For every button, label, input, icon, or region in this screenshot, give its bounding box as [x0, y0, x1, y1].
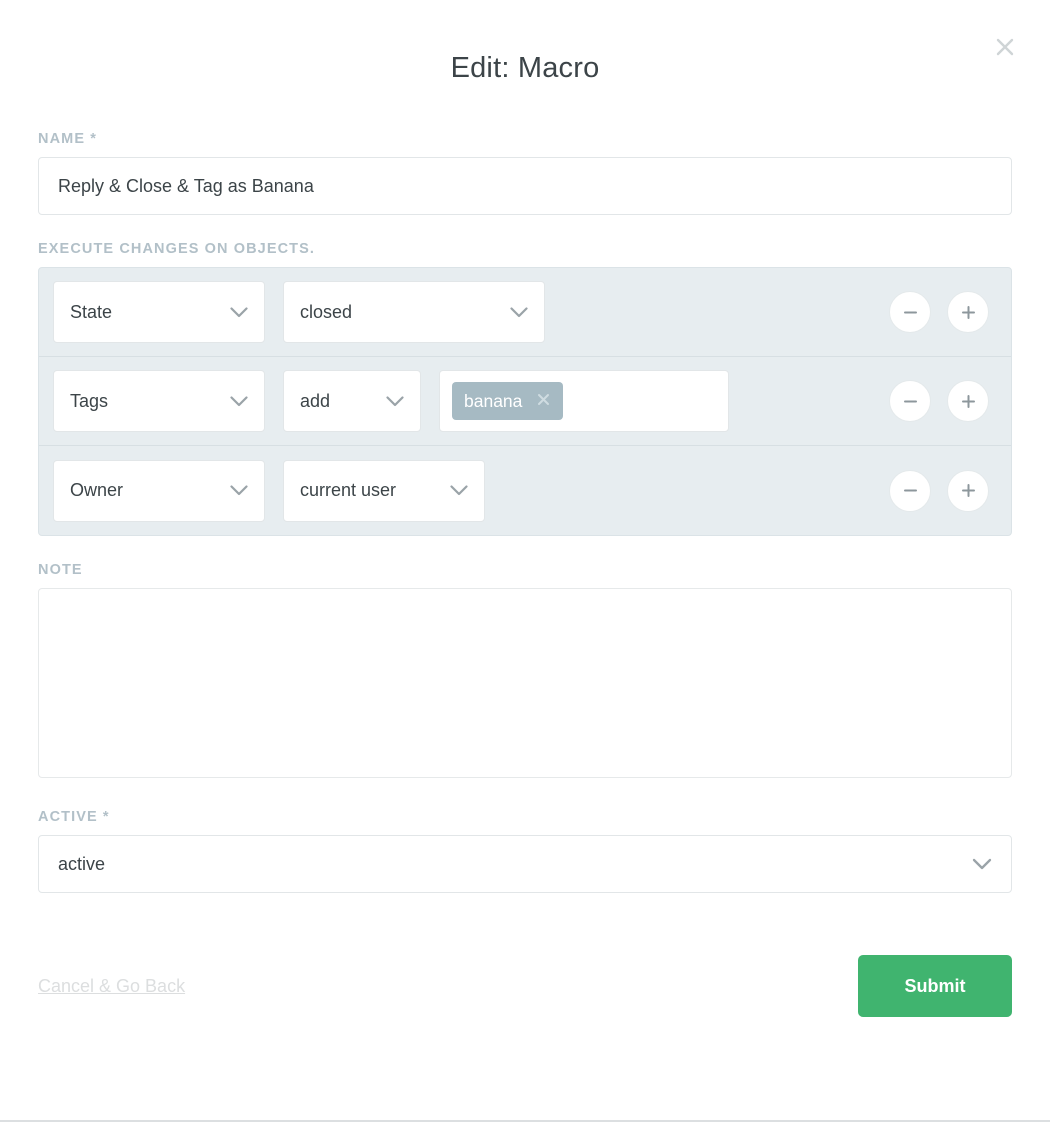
chevron-down-icon [492, 306, 528, 318]
name-label-text: NAME [38, 131, 86, 147]
tag-chip[interactable]: banana [452, 382, 564, 420]
minus-icon[interactable] [889, 380, 931, 422]
action-value-text: closed [300, 301, 353, 322]
plus-icon[interactable] [947, 469, 989, 512]
note-textarea[interactable] [38, 588, 1012, 778]
bottom-divider [0, 1120, 1050, 1122]
minus-icon[interactable] [889, 291, 931, 333]
action-attribute-value: Owner [70, 480, 124, 500]
row-controls [889, 469, 989, 512]
actions-field-group: EXECUTE CHANGES ON OBJECTS. State closed [38, 241, 1012, 536]
note-field-group: NOTE [38, 562, 1012, 783]
note-label: NOTE [38, 562, 83, 578]
name-input[interactable] [38, 157, 1012, 215]
tag-input[interactable]: banana [439, 370, 729, 432]
row-controls [889, 291, 989, 333]
actions-label: EXECUTE CHANGES ON OBJECTS. [38, 241, 316, 257]
action-attribute-value: State [70, 301, 113, 322]
dialog-footer: Cancel & Go Back Submit [0, 955, 1050, 1017]
name-required-marker: * [90, 131, 97, 147]
action-row: Owner current user [39, 446, 1011, 535]
active-label: ACTIVE * [38, 809, 1012, 825]
close-icon[interactable] [992, 34, 1018, 60]
row-controls [889, 380, 989, 422]
name-label: NAME * [38, 131, 1012, 147]
x-icon[interactable] [536, 392, 551, 411]
active-select[interactable]: active [38, 835, 1012, 893]
action-attribute-value: Tags [70, 390, 109, 411]
plus-icon[interactable] [947, 380, 989, 422]
active-label-text: ACTIVE [38, 809, 98, 825]
action-value-text: current user [300, 480, 397, 500]
action-operator-value: add [300, 390, 331, 411]
active-required-marker: * [102, 809, 110, 825]
action-value-select-owner[interactable]: current user [283, 459, 485, 522]
minus-icon[interactable] [889, 469, 931, 512]
chevron-down-icon [212, 306, 248, 318]
active-field-group: ACTIVE * active [38, 809, 1012, 893]
edit-macro-dialog: Edit: Macro NAME * EXECUTE CHANGES ON OB… [0, 0, 1050, 1130]
actions-panel: State closed Tags add banana Owner curre… [38, 267, 1012, 536]
chevron-down-icon [432, 485, 468, 496]
page-title: Edit: Macro [450, 52, 600, 84]
action-attribute-select-owner[interactable]: Owner [53, 459, 265, 522]
chevron-down-icon [368, 395, 404, 407]
macro-form: NAME * EXECUTE CHANGES ON OBJECTS. State [0, 131, 1050, 893]
chevron-down-icon [212, 485, 248, 496]
submit-button[interactable]: Submit [858, 955, 1012, 1017]
chevron-down-icon [972, 858, 992, 870]
action-value-select-state[interactable]: closed [283, 281, 545, 343]
plus-icon[interactable] [947, 291, 989, 333]
name-field-group: NAME * [38, 131, 1012, 215]
tag-chip-label: banana [464, 390, 523, 411]
action-attribute-select-tags[interactable]: Tags [53, 370, 265, 432]
action-row: State closed [39, 268, 1011, 357]
active-select-value: active [58, 853, 106, 874]
cancel-link[interactable]: Cancel & Go Back [38, 976, 185, 997]
action-operator-select-tags[interactable]: add [283, 370, 421, 432]
chevron-down-icon [212, 395, 248, 407]
action-attribute-select-state[interactable]: State [53, 281, 265, 343]
action-row: Tags add banana [39, 357, 1011, 446]
